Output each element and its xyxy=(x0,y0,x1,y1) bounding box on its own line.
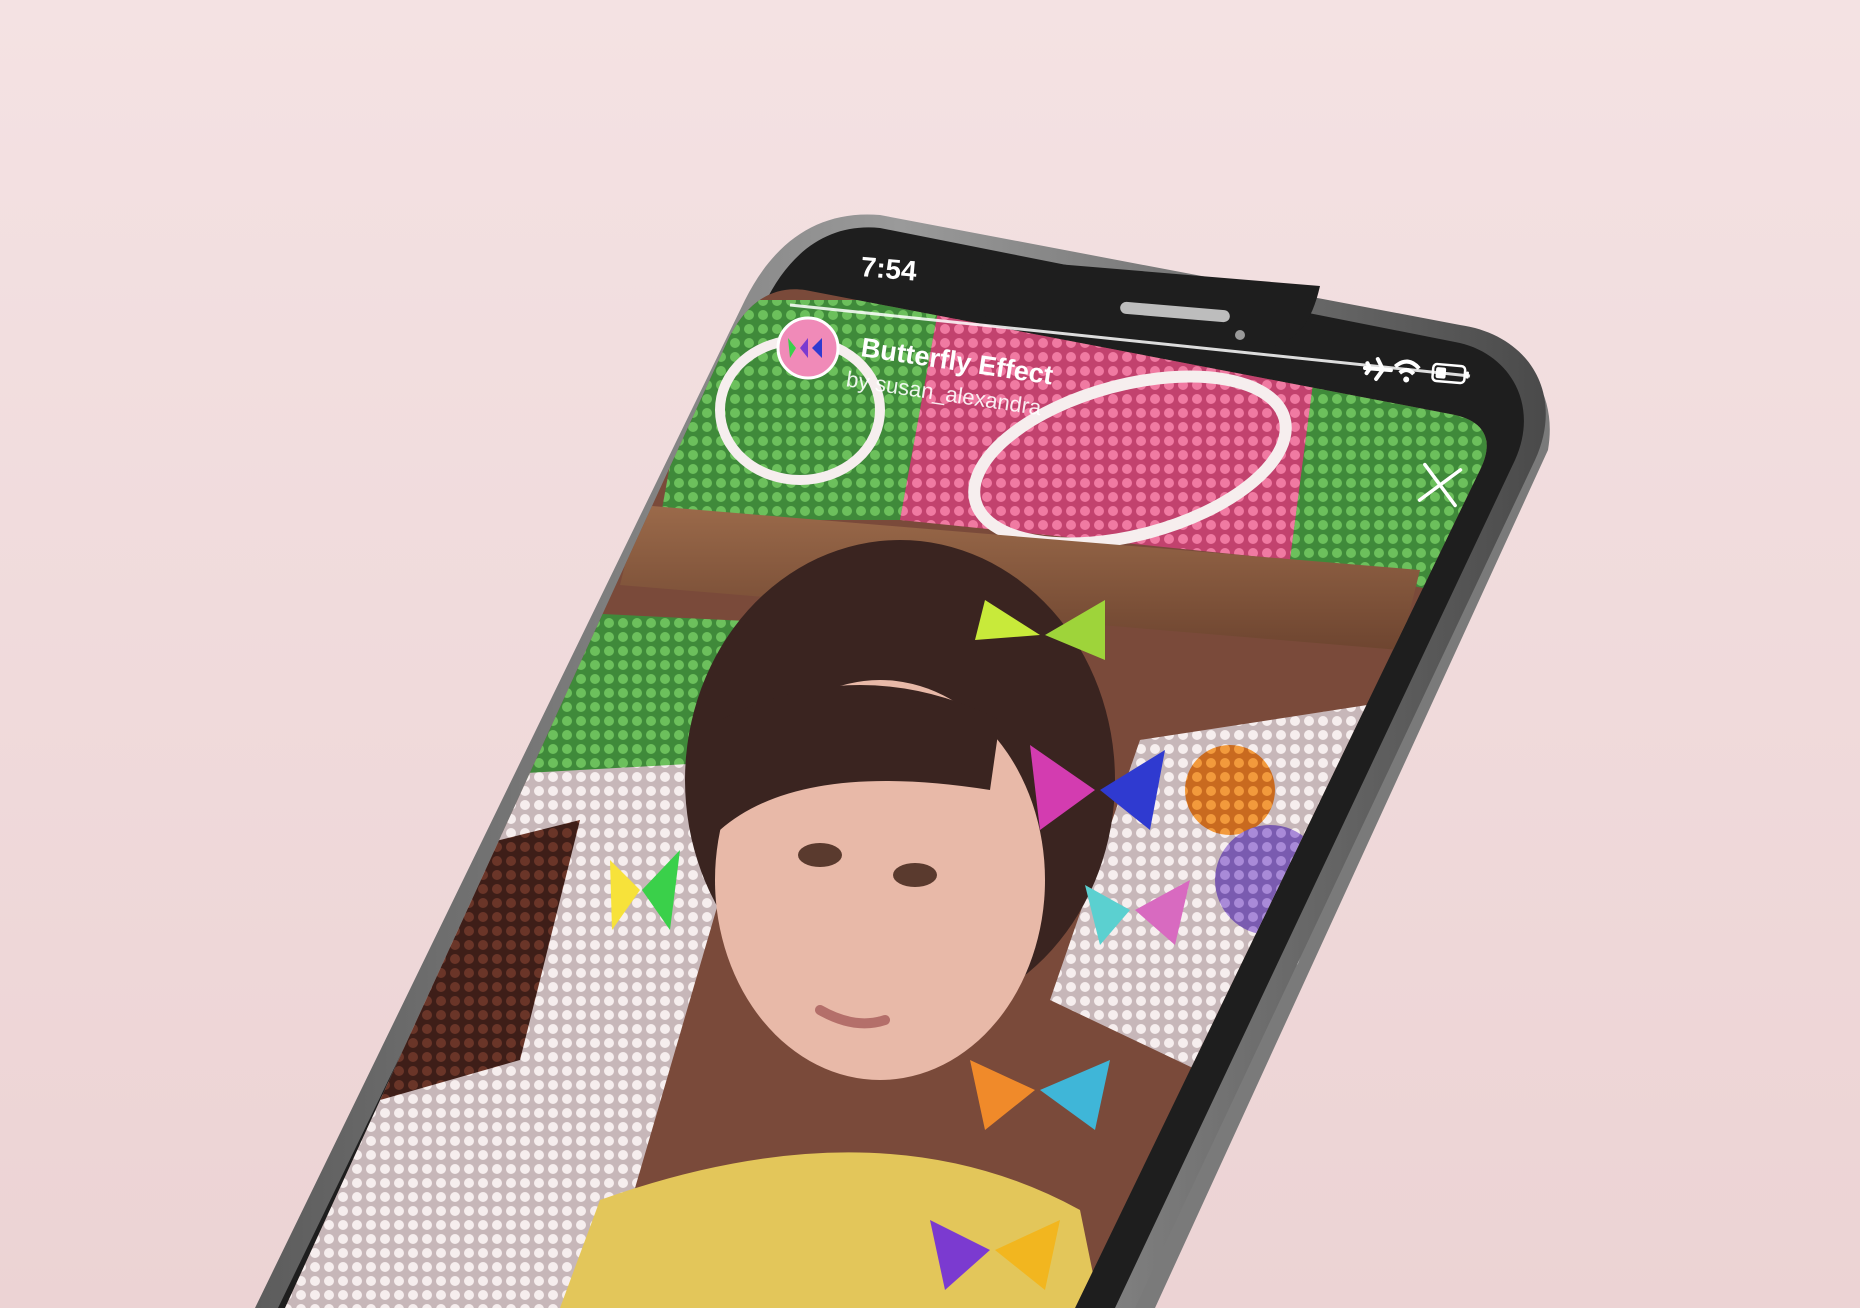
status-time: 7:54 xyxy=(859,251,918,287)
mockup-stage: 7:54 Butterfly Effect by susan_alexandra xyxy=(0,0,1860,1308)
effect-avatar[interactable] xyxy=(776,316,840,380)
front-camera xyxy=(1235,330,1245,340)
phone-mockup: 7:54 Butterfly Effect by susan_alexandra xyxy=(0,0,1860,1308)
